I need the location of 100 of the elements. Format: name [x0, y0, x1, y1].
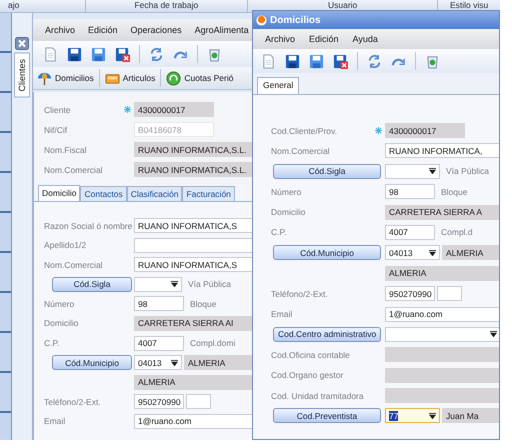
- dropdown-field[interactable]: 04013: [385, 245, 440, 260]
- input-field[interactable]: ALMERIA: [134, 374, 254, 390]
- input-field[interactable]: CARRETERA SIERRA AI: [134, 316, 254, 331]
- dropdown-arrow-icon[interactable]: [490, 331, 497, 338]
- column-header[interactable]: Fecha de trabajo: [86, 0, 248, 12]
- refresh-icon[interactable]: [367, 54, 382, 68]
- bin-icon[interactable]: [425, 54, 440, 68]
- input-field[interactable]: RUANO INFORMATICA,S: [134, 257, 254, 272]
- field-label: Bloque: [441, 186, 468, 197]
- close-icon[interactable]: [15, 37, 29, 50]
- field-label: Nom.Comercial: [44, 164, 103, 174]
- input-field[interactable]: ALMERIA: [184, 355, 254, 370]
- dropdown-arrow-icon[interactable]: [171, 360, 178, 366]
- recycle-icon: [166, 70, 182, 86]
- menu-item[interactable]: Edición: [309, 34, 339, 44]
- save-icon[interactable]: [285, 54, 300, 68]
- input-field[interactable]: [186, 394, 211, 410]
- save-icon[interactable]: [309, 54, 324, 68]
- menu-item[interactable]: Archivo: [265, 34, 296, 44]
- input-field[interactable]: [134, 238, 254, 253]
- field-label: Email: [44, 416, 66, 426]
- shortcut-button[interactable]: Articulos: [104, 70, 156, 86]
- bin-icon[interactable]: [207, 46, 222, 62]
- code-button[interactable]: Cód.Sigla: [273, 164, 381, 179]
- input-field[interactable]: Juan Ma: [442, 408, 499, 424]
- field-label: Compl.domi: [190, 338, 236, 348]
- field-label: Cod.Organo gestor: [271, 370, 344, 380]
- save-close-icon[interactable]: [115, 46, 130, 62]
- input-field[interactable]: 4300000017: [385, 123, 465, 138]
- input-field[interactable]: 4007: [385, 224, 435, 240]
- code-button[interactable]: Cod.Preventista: [273, 408, 381, 424]
- field-label: Cod.Cliente/Prov.: [271, 126, 337, 136]
- field-label: C.P.: [271, 227, 286, 238]
- save-icon[interactable]: [67, 46, 82, 62]
- field-label: Nom.Comercial: [44, 260, 103, 270]
- shortcut-button[interactable]: Domicilios: [37, 70, 94, 86]
- input-field[interactable]: 950270990: [134, 394, 184, 410]
- input-field[interactable]: 98: [134, 296, 184, 312]
- field-label: C.P.: [44, 338, 60, 348]
- new-document-icon[interactable]: [261, 54, 276, 68]
- tab[interactable]: General: [257, 77, 300, 94]
- field-label: Nom.Comercial: [271, 146, 330, 156]
- menu-item[interactable]: Archivo: [45, 25, 76, 35]
- field-label: Cliente: [44, 104, 70, 114]
- field-label: Cod. Unidad tramitadora: [271, 390, 364, 401]
- input-field[interactable]: RUANO INFORMATICA,S.L.: [134, 162, 254, 177]
- tab[interactable]: Domicilio: [38, 185, 80, 201]
- dropdown-field[interactable]: 77: [385, 408, 440, 424]
- input-field[interactable]: 1@ruano.com: [385, 306, 499, 322]
- code-button[interactable]: Cód.Municipio: [273, 245, 381, 260]
- input-field[interactable]: CARRETERA SIERRA A: [385, 204, 499, 220]
- tab[interactable]: Facturación: [182, 186, 235, 201]
- save-icon[interactable]: [91, 46, 106, 62]
- dropdown-field[interactable]: [134, 276, 182, 292]
- code-button[interactable]: Cod.Centro administrativo: [273, 326, 381, 342]
- input-field[interactable]: RUANO INFORMATICA,S: [134, 218, 254, 233]
- field-label: Número: [44, 298, 74, 309]
- input-field[interactable]: ALMERIA: [385, 266, 499, 281]
- menu-item[interactable]: AgroAlimenta: [194, 25, 249, 35]
- field-label: Teléfono/2-Ext.: [271, 288, 328, 299]
- dropdown-field[interactable]: [385, 326, 499, 342]
- input-field[interactable]: RUANO INFORMATICA,: [385, 143, 499, 158]
- new-document-icon[interactable]: [43, 46, 58, 62]
- dropdown-field[interactable]: 04013: [134, 355, 182, 370]
- tab[interactable]: Clasificación: [126, 186, 182, 201]
- input-field[interactable]: [385, 347, 499, 362]
- input-field[interactable]: [385, 388, 499, 404]
- input-field[interactable]: RUANO INFORMATICA,S.L.: [134, 142, 254, 157]
- input-field[interactable]: 98: [385, 184, 435, 200]
- menu-item[interactable]: Ayuda: [352, 34, 378, 44]
- dropdown-arrow-icon[interactable]: [429, 168, 436, 174]
- input-field[interactable]: 950270990: [385, 286, 435, 302]
- input-field[interactable]: 4300000017: [134, 102, 214, 117]
- side-tab[interactable]: Clientes: [14, 53, 30, 98]
- input-field[interactable]: [385, 368, 499, 383]
- dropdown-arrow-icon[interactable]: [171, 281, 178, 288]
- window-title: Domicilios: [270, 14, 321, 26]
- column-header[interactable]: Estilo visu: [438, 0, 500, 12]
- shortcut-button[interactable]: Cuotas Perió: [166, 70, 234, 86]
- field-label: Razon Social ó nombre: [44, 220, 132, 230]
- menu-item[interactable]: Edición: [88, 25, 118, 35]
- input-field[interactable]: ALMERIA: [442, 245, 499, 260]
- refresh-icon[interactable]: [149, 46, 164, 62]
- input-field[interactable]: [437, 286, 462, 302]
- code-button[interactable]: Cód.Municipio: [52, 355, 132, 370]
- column-header[interactable]: ajo: [0, 0, 86, 12]
- dropdown-arrow-icon[interactable]: [429, 412, 436, 419]
- dropdown-field[interactable]: [385, 164, 440, 179]
- umbrella-icon: [37, 70, 52, 86]
- save-close-icon[interactable]: [333, 54, 348, 68]
- field-label: Cod.Oficina contable: [271, 350, 350, 360]
- input-field[interactable]: 1@ruano.com: [134, 414, 254, 429]
- field-label: Domicilio: [271, 207, 306, 218]
- field-label: Nif/Cif: [44, 124, 68, 134]
- dropdown-arrow-icon[interactable]: [429, 250, 436, 256]
- menu-item[interactable]: Operaciones: [130, 25, 182, 35]
- field-label: Bloque: [190, 298, 216, 309]
- input-field[interactable]: 4007: [134, 336, 184, 351]
- code-button[interactable]: Cód.Sigla: [52, 276, 132, 292]
- tab[interactable]: Contactos: [80, 186, 127, 201]
